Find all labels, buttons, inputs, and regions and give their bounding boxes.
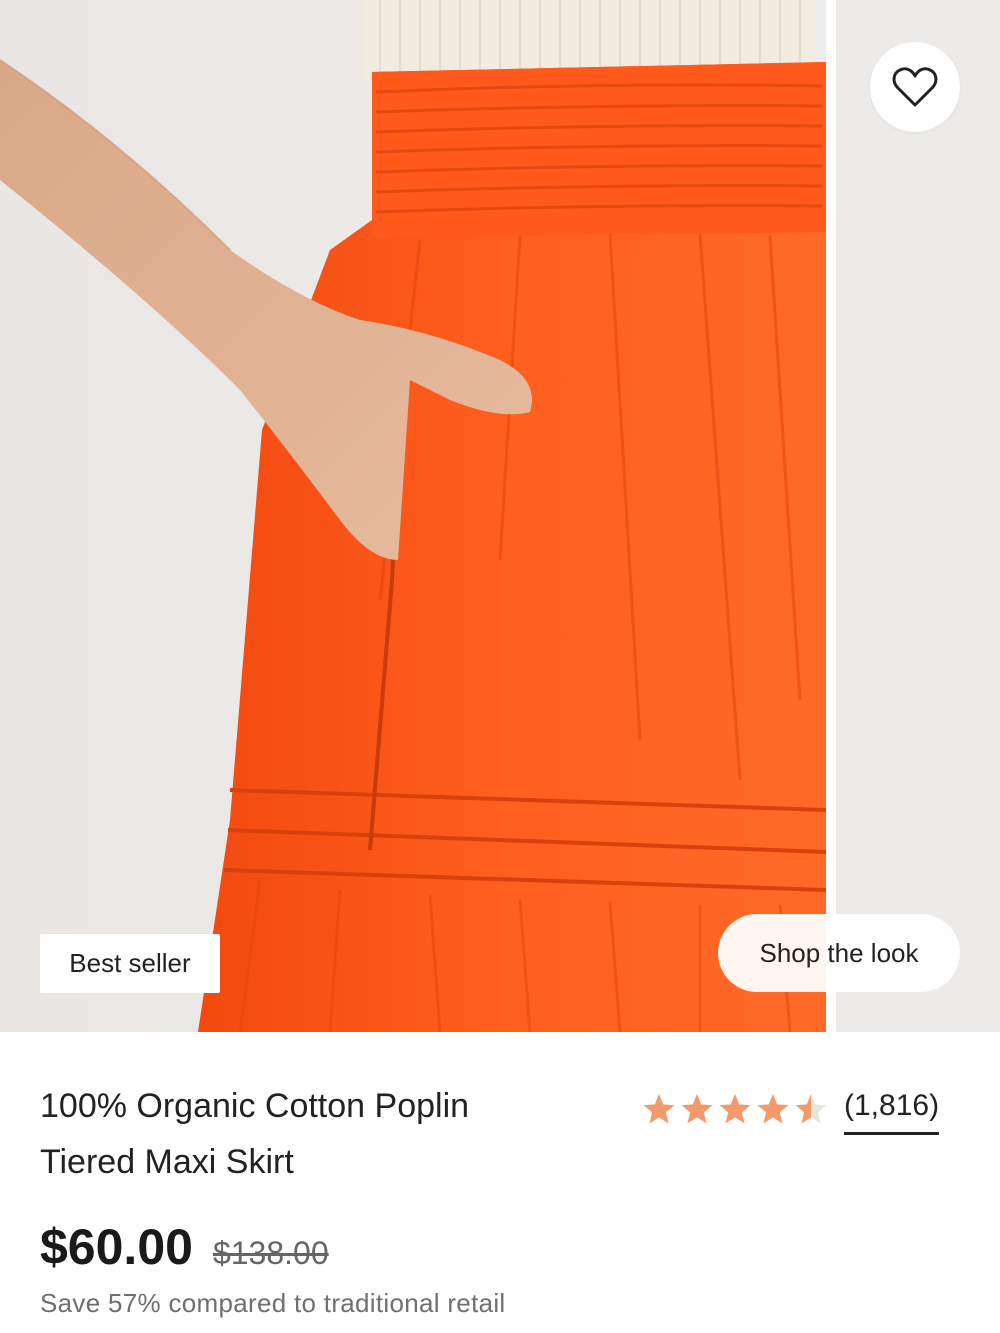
skirt-illustration bbox=[0, 0, 826, 1032]
heart-outline-icon bbox=[892, 67, 938, 107]
product-title-line1: 100% Organic Cotton Poplin bbox=[40, 1087, 470, 1125]
shop-the-look-button[interactable]: Shop the look bbox=[718, 914, 960, 992]
product-rating[interactable]: (1,816) bbox=[642, 1082, 940, 1135]
product-title-line2: Tiered Maxi Skirt bbox=[40, 1143, 294, 1181]
favorite-button[interactable] bbox=[870, 42, 960, 132]
gallery-divider bbox=[826, 0, 836, 1032]
best-seller-badge: Best seller bbox=[40, 934, 220, 993]
product-info: 100% Organic Cotton Poplin Tiered Maxi S… bbox=[0, 1032, 1000, 1333]
star-rating bbox=[642, 1092, 828, 1126]
review-count-link[interactable]: (1,816) bbox=[844, 1088, 940, 1135]
product-title[interactable]: 100% Organic Cotton Poplin Tiered Maxi S… bbox=[40, 1078, 600, 1190]
next-photo-preview[interactable] bbox=[836, 0, 1000, 1032]
star-icon bbox=[757, 1093, 789, 1123]
savings-text: Save 57% compared to traditional retail bbox=[40, 1288, 506, 1318]
product-image-gallery[interactable]: Best seller Shop the look bbox=[0, 0, 1000, 1032]
product-photo[interactable] bbox=[0, 0, 826, 1032]
star-icon bbox=[681, 1093, 713, 1123]
price-row: $60.00 $138.00 bbox=[40, 1218, 329, 1276]
original-price: $138.00 bbox=[212, 1235, 329, 1271]
star-icon bbox=[643, 1093, 675, 1123]
star-icon bbox=[719, 1093, 751, 1123]
sale-price: $60.00 bbox=[40, 1219, 193, 1275]
star-icon bbox=[795, 1093, 827, 1123]
